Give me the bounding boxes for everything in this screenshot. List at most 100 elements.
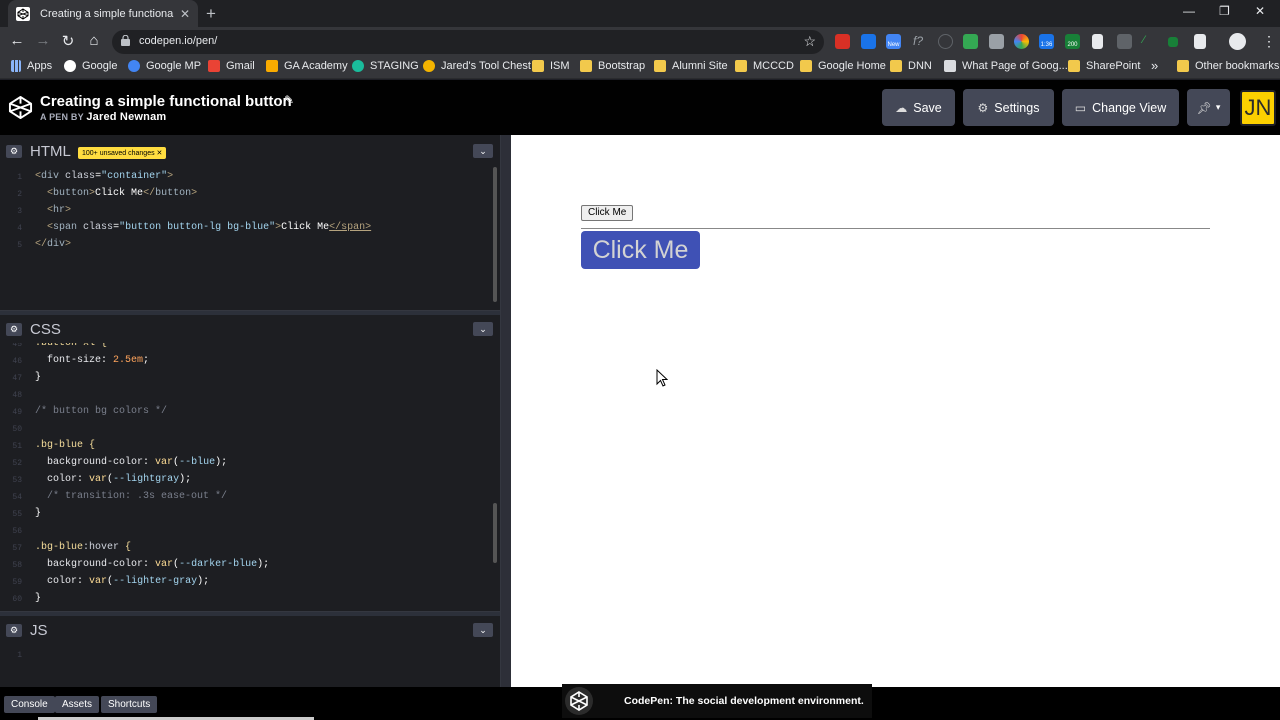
- reload-icon[interactable]: ↻: [58, 32, 78, 50]
- code-line: color: var(--lighter-gray);: [47, 576, 210, 587]
- address-bar[interactable]: codepen.io/pen/ ☆: [112, 30, 824, 54]
- chrome-menu-icon[interactable]: ⋮: [1262, 33, 1276, 50]
- pin-menu-button[interactable]: 📌︎ ▾: [1187, 89, 1230, 126]
- extension-icon[interactable]: [1168, 37, 1178, 47]
- bookmark-dnn[interactable]: DNN: [890, 60, 932, 72]
- folder-icon: [1068, 60, 1080, 72]
- result-preview: Click Me Click Me: [511, 135, 1280, 687]
- code-line: .bg-blue:hover {: [35, 542, 132, 553]
- browser-tab[interactable]: Creating a simple functional butt ✕: [8, 0, 198, 27]
- home-icon[interactable]: ⌂: [84, 32, 104, 49]
- console-button[interactable]: Console: [4, 696, 55, 713]
- bookmark-mcccd[interactable]: MCCCD: [735, 60, 794, 72]
- preview-click-me-styled-button[interactable]: Click Me: [581, 231, 700, 269]
- cloud-icon: ☁: [895, 100, 908, 115]
- bookmarks-overflow-icon[interactable]: »: [1151, 58, 1158, 73]
- bookmark-gmail[interactable]: Gmail: [208, 60, 255, 72]
- back-icon[interactable]: ←: [7, 32, 27, 49]
- code-line: <span class="button button-lg bg-blue">C…: [47, 222, 372, 233]
- extension-icon[interactable]: [1194, 34, 1206, 49]
- bookmark-google-home[interactable]: Google Home: [800, 60, 886, 72]
- mouse-cursor-icon: [656, 369, 668, 387]
- extension-icon[interactable]: [835, 34, 850, 49]
- extension-icon[interactable]: New: [886, 34, 901, 49]
- user-avatar[interactable]: JN: [1240, 90, 1276, 126]
- extension-icon[interactable]: [861, 34, 876, 49]
- js-pane-title: JS: [30, 622, 48, 639]
- html-pane-chevron-down-icon[interactable]: ⌄: [473, 144, 493, 158]
- extension-icon[interactable]: [938, 34, 953, 49]
- css-settings-gear-icon[interactable]: ⚙: [6, 323, 22, 336]
- code-line: <hr>: [47, 205, 72, 216]
- css-pane-chevron-down-icon[interactable]: ⌄: [473, 322, 493, 336]
- author-link[interactable]: Jared Newnam: [86, 111, 166, 123]
- js-settings-gear-icon[interactable]: ⚙: [6, 624, 22, 637]
- bookmark-google[interactable]: Google: [64, 60, 117, 72]
- css-editor-scrollbar[interactable]: [493, 503, 497, 563]
- extension-icon[interactable]: f?: [913, 34, 928, 49]
- folder-icon: [735, 60, 747, 72]
- extension-icon[interactable]: [1014, 34, 1029, 49]
- close-window-icon[interactable]: ✕: [1255, 4, 1265, 18]
- edit-title-pencil-icon[interactable]: ✎: [284, 93, 294, 107]
- code-line: <div class="container">: [35, 171, 174, 182]
- extension-icon[interactable]: ⁄: [1143, 34, 1158, 49]
- chrome-profile-avatar[interactable]: [1229, 33, 1246, 50]
- bookmark-star-icon[interactable]: ☆: [803, 33, 816, 50]
- bookmark-other[interactable]: Other bookmarks: [1177, 60, 1279, 72]
- restore-icon[interactable]: ❐: [1219, 4, 1230, 18]
- pen-title[interactable]: Creating a simple functional button: [40, 93, 292, 110]
- bookmark-google-mp[interactable]: Google MP: [128, 60, 201, 72]
- html-settings-gear-icon[interactable]: ⚙: [6, 145, 22, 158]
- page-icon: [944, 60, 956, 72]
- extension-icon[interactable]: 1:36: [1039, 34, 1054, 49]
- settings-button[interactable]: ⚙ Settings: [963, 89, 1054, 126]
- js-pane-chevron-down-icon[interactable]: ⌄: [473, 623, 493, 637]
- minimize-icon[interactable]: —: [1183, 4, 1195, 18]
- new-tab-icon[interactable]: +: [206, 4, 216, 24]
- assets-button[interactable]: Assets: [55, 696, 100, 713]
- html-pane-title: HTML: [30, 143, 71, 160]
- css-pane-title: CSS: [30, 321, 61, 338]
- google-mp-icon: [128, 60, 140, 72]
- extension-icon[interactable]: [963, 34, 978, 49]
- bookmark-sharepoint[interactable]: SharePoint: [1068, 60, 1140, 72]
- bookmark-staging[interactable]: STAGING: [352, 60, 419, 72]
- save-button[interactable]: ☁ Save: [882, 89, 955, 126]
- folder-icon: [1177, 60, 1189, 72]
- browser-toolbar: ← → ↻ ⌂ codepen.io/pen/ ☆ New f? 1:36 20…: [0, 27, 1280, 57]
- bookmark-what-page[interactable]: What Page of Goog...: [944, 60, 1068, 72]
- shortcuts-button[interactable]: Shortcuts: [101, 696, 158, 713]
- forward-icon[interactable]: →: [33, 32, 53, 49]
- unsaved-changes-badge[interactable]: 100+ unsaved changes ✕: [78, 147, 167, 159]
- gear-icon: ⚙: [977, 100, 989, 115]
- extension-icon[interactable]: 200: [1065, 34, 1080, 49]
- folder-icon: [532, 60, 544, 72]
- close-tab-icon[interactable]: ✕: [180, 7, 190, 21]
- lock-icon: [121, 35, 130, 46]
- bookmark-alumni-site[interactable]: Alumni Site: [654, 60, 728, 72]
- code-line: .bg-blue {: [35, 440, 96, 451]
- css-code-editor[interactable]: 45 46 47 48 49 50 51 52 53 54 55 56 57 5…: [0, 343, 500, 611]
- extension-icon[interactable]: [1092, 34, 1103, 49]
- js-code-editor[interactable]: 1: [0, 644, 500, 687]
- code-line: background-color: var(--blue);: [47, 457, 228, 468]
- codepen-logo-icon[interactable]: [8, 95, 33, 120]
- extension-icon[interactable]: [989, 34, 1004, 49]
- extension-icon[interactable]: [1117, 34, 1132, 49]
- change-view-button[interactable]: ▭ Change View: [1062, 89, 1179, 126]
- preview-click-me-button[interactable]: Click Me: [581, 205, 634, 221]
- bookmark-tool-chest[interactable]: Jared's Tool Chest: [423, 60, 531, 72]
- chevron-down-icon: ▾: [1215, 102, 1221, 112]
- editor-preview-resizer[interactable]: [500, 135, 511, 687]
- code-line: </div>: [35, 239, 72, 250]
- bookmark-ism[interactable]: ISM: [532, 60, 570, 72]
- bookmark-bootstrap[interactable]: Bootstrap: [580, 60, 645, 72]
- pin-icon: 📌︎: [1196, 100, 1212, 115]
- code-line: background-color: var(--darker-blue);: [47, 559, 270, 570]
- bookmark-apps[interactable]: Apps: [11, 60, 52, 72]
- html-editor-scrollbar[interactable]: [493, 167, 497, 302]
- bookmark-ga-academy[interactable]: GA Academy: [266, 60, 348, 72]
- bookmarks-bar: Apps Google Google MP Gmail GA Academy S…: [0, 57, 1280, 79]
- html-code-editor[interactable]: 1 2 3 4 5 <div class="container"> <butto…: [0, 165, 500, 310]
